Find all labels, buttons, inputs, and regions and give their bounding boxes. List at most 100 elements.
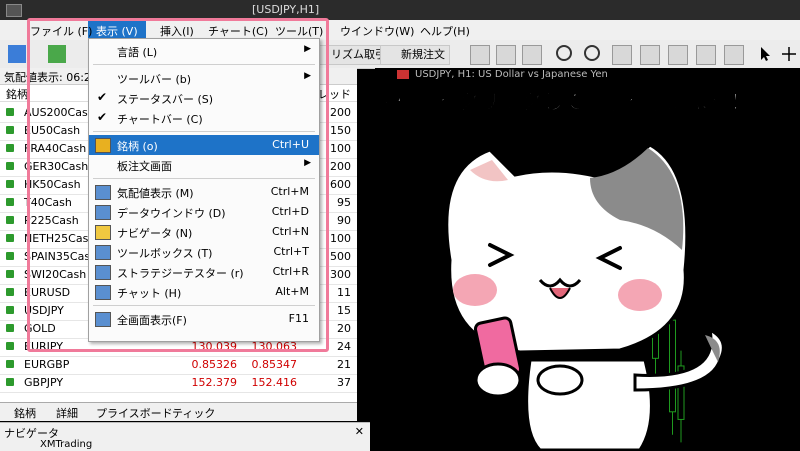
menu-item-label: 気配値表示 (M)	[117, 187, 194, 200]
menu-item[interactable]: 板注文画面 ▶	[89, 155, 319, 175]
line-chart-icon[interactable]	[522, 45, 542, 65]
tab-price-board[interactable]: プライスボード	[96, 405, 173, 421]
new-order-button[interactable]: 新規注文	[380, 45, 450, 65]
check-icon: ✔	[97, 90, 108, 104]
symbol-name: GOLD	[24, 322, 56, 335]
menu-chart[interactable]: チャート(C)	[208, 23, 268, 39]
menu-file[interactable]: ファイル (F)	[30, 23, 92, 39]
column-symbol[interactable]: 銘柄	[6, 86, 28, 102]
tab-symbols[interactable]: 銘柄	[14, 405, 36, 421]
table-row[interactable]: GBPJPY 152.379 152.416 37	[0, 374, 357, 393]
menu-item-shortcut: Ctrl+M	[270, 185, 309, 198]
symbol-name: EURJPY	[24, 340, 63, 353]
menu-item[interactable]: 全画面表示(F) F11	[89, 309, 319, 329]
menu-item[interactable]: ツールボックス (T) Ctrl+T	[89, 242, 319, 262]
symbol-icon	[6, 144, 14, 152]
menu-item[interactable]: 言語 (L) ▶	[89, 41, 319, 61]
menu-item[interactable]: ナビゲータ (N) Ctrl+N	[89, 222, 319, 242]
symbol-name: NETH25Cash	[24, 232, 96, 245]
menu-item[interactable]: 銘柄 (o) Ctrl+U	[89, 135, 319, 155]
bar-chart-icon[interactable]	[470, 45, 490, 65]
menu-separator	[93, 305, 315, 306]
new-chart-icon[interactable]	[8, 45, 26, 63]
symbol-name: SWI20Cash	[24, 268, 87, 281]
submenu-arrow-icon: ▶	[304, 71, 311, 81]
chart-shift-icon[interactable]	[640, 45, 660, 65]
algo-trading-button[interactable]: リズム取引	[310, 45, 391, 65]
spread-value: 11	[337, 286, 351, 299]
symbol-icon	[6, 108, 14, 116]
navigator-panel: ナビゲータ XMTrading ✕	[0, 422, 370, 451]
symbol-icon	[6, 324, 14, 332]
menu-item-label: 板注文画面	[117, 160, 172, 173]
submenu-arrow-icon: ▶	[304, 158, 311, 168]
symbol-name: USDJPY	[24, 304, 64, 317]
menu-separator	[93, 178, 315, 179]
spread-value: 600	[330, 178, 351, 191]
menu-item[interactable]: ストラテジーテスター (r) Ctrl+R	[89, 262, 319, 282]
spread-value: 20	[337, 322, 351, 335]
profiles-icon[interactable]	[48, 45, 66, 63]
menu-item-shortcut: Ctrl+N	[271, 225, 309, 238]
symbol-name: SPAIN35Cash	[24, 250, 98, 263]
menu-item-label: 全画面表示(F)	[117, 314, 187, 327]
menu-tools[interactable]: ツール(T)	[275, 23, 323, 39]
strategy-tester-icon	[95, 265, 111, 280]
window-title: [USDJPY,H1]	[252, 3, 320, 16]
tab-details[interactable]: 詳細	[56, 405, 78, 421]
autoscroll-icon[interactable]	[668, 45, 688, 65]
indicators-icon[interactable]	[696, 45, 716, 65]
symbol-icon	[6, 180, 14, 188]
menu-insert[interactable]: 挿入(I)	[160, 23, 194, 39]
candle-chart-icon[interactable]	[496, 45, 516, 65]
menu-item[interactable]: ✔ ステータスバー (S)	[89, 88, 319, 108]
toolbox-icon	[95, 245, 111, 260]
zoom-in-icon[interactable]	[556, 45, 572, 61]
symbol-icon	[6, 126, 14, 134]
menu-item-shortcut: Ctrl+T	[273, 245, 309, 258]
menu-item-label: ナビゲータ (N)	[117, 227, 193, 240]
symbol-icon	[6, 234, 14, 242]
symbol-icon	[6, 252, 14, 260]
periods-icon[interactable]	[724, 45, 744, 65]
crosshair-icon[interactable]	[780, 45, 798, 63]
zoom-out-icon[interactable]	[584, 45, 600, 61]
menu-item[interactable]: ✔ チャートバー (C)	[89, 108, 319, 128]
menu-item-shortcut: Ctrl+D	[271, 205, 309, 218]
menu-window[interactable]: ウインドウ(W)	[340, 23, 414, 39]
symbol-icon	[6, 216, 14, 224]
symbol-icon	[6, 342, 14, 350]
tab-ticks[interactable]: ティック	[172, 405, 215, 421]
menu-item-label: 銘柄 (o)	[117, 140, 158, 153]
fullscreen-icon	[95, 312, 111, 327]
bid-price: 152.379	[191, 376, 238, 389]
chat-icon	[95, 285, 111, 300]
menu-item[interactable]: データウインドウ (D) Ctrl+D	[89, 202, 319, 222]
symbol-name: EURGBP	[24, 358, 70, 371]
symbol-icon	[6, 360, 14, 368]
menu-separator	[93, 131, 315, 132]
symbol-icon	[6, 378, 14, 386]
symbol-name: GBPJPY	[24, 376, 64, 389]
spread-value: 100	[330, 142, 351, 155]
menu-item-label: ストラテジーテスター (r)	[117, 267, 244, 280]
submenu-arrow-icon: ▶	[304, 44, 311, 54]
menu-view[interactable]: 表示 (V)	[96, 23, 138, 39]
spread-value: 95	[337, 196, 351, 209]
symbol-icon	[6, 162, 14, 170]
menu-item[interactable]: チャット (H) Alt+M	[89, 282, 319, 302]
close-icon[interactable]: ✕	[355, 425, 364, 438]
cursor-icon[interactable]	[756, 45, 774, 63]
menu-item[interactable]: ツールバー (b) ▶	[89, 68, 319, 88]
ask-price: 152.416	[251, 376, 298, 389]
navigator-item[interactable]: XMTrading	[40, 439, 92, 450]
menu-item[interactable]: 気配値表示 (M) Ctrl+M	[89, 182, 319, 202]
table-row[interactable]: EURGBP 0.85326 0.85347 21	[0, 356, 357, 375]
spread-value: 21	[337, 358, 351, 371]
spread-value: 300	[330, 268, 351, 281]
check-icon: ✔	[97, 110, 108, 124]
market-watch-title: 気配値表示: 06:2	[4, 71, 91, 84]
market-watch-icon	[95, 185, 111, 200]
menu-help[interactable]: ヘルプ(H)	[420, 23, 470, 39]
tile-windows-icon[interactable]	[612, 45, 632, 65]
